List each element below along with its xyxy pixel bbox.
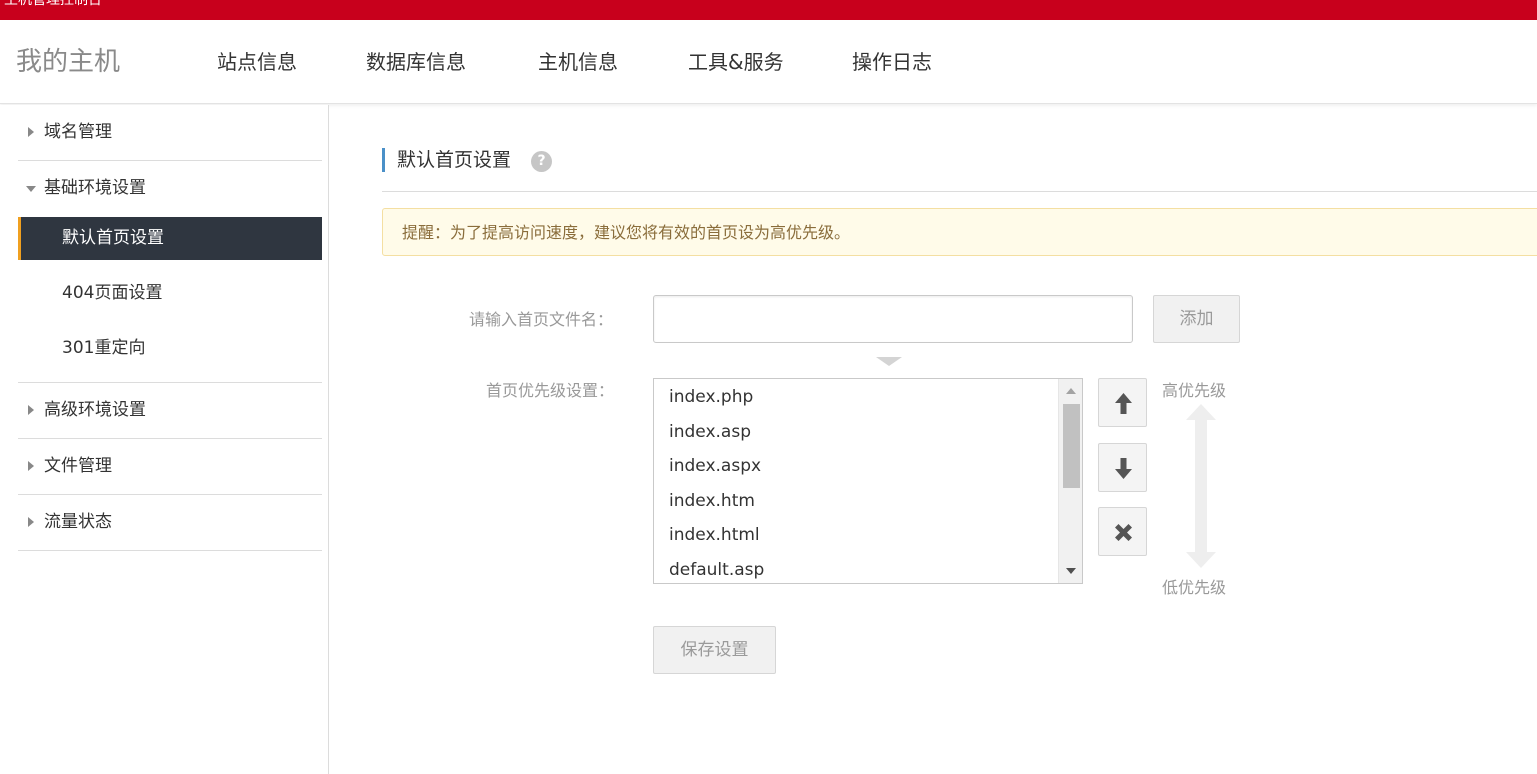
list-item[interactable]: index.asp [669,419,751,445]
nav-database-info[interactable]: 数据库信息 [366,49,466,75]
nav-host-info[interactable]: 主机信息 [538,49,618,75]
low-priority-label: 低优先级 [1162,578,1227,597]
move-down-button[interactable] [1098,443,1147,492]
sidebar-subitem-label: 404页面设置 [62,283,163,303]
title-divider [382,191,1537,192]
question-mark-icon[interactable]: ? [531,151,552,172]
sidebar: 域名管理 基础环境设置 默认首页设置 404页面设置 301重定向 高级环境设置… [0,105,329,774]
triangle-right-icon [28,405,34,415]
sidebar-subitem-default-page[interactable]: 默认首页设置 [18,217,322,260]
sidebar-item-label: 基础环境设置 [44,178,146,198]
priority-listbox[interactable]: index.php index.asp index.aspx index.htm… [653,378,1083,584]
sidebar-item-label: 文件管理 [44,456,112,476]
sidebar-subitem-label: 默认首页设置 [62,228,164,248]
triangle-right-icon [28,517,34,527]
sidebar-subitem-301-redirect[interactable]: 301重定向 [18,327,322,370]
scroll-down-icon[interactable] [1066,568,1076,574]
sidebar-item-label: 流量状态 [44,512,112,532]
list-item[interactable]: index.htm [669,488,755,514]
high-priority-label: 高优先级 [1162,381,1227,400]
filename-label: 请输入首页文件名： [469,310,614,329]
top-bar: 主机管理控制台 [0,0,1537,20]
sidebar-item-basic-env[interactable]: 基础环境设置 [18,161,322,217]
arrow-down-icon [1115,458,1132,479]
list-item[interactable]: index.html [669,522,760,548]
nav-tools-services[interactable]: 工具&服务 [688,49,784,75]
sidebar-item-domain[interactable]: 域名管理 [18,105,322,161]
filename-input[interactable] [653,295,1133,343]
brand-title: 我的主机 [16,47,121,77]
triangle-right-icon [28,127,34,137]
scroll-thumb[interactable] [1063,404,1080,488]
arrow-up-icon [1115,393,1132,414]
sidebar-item-traffic[interactable]: 流量状态 [18,495,322,551]
list-item[interactable]: default.asp [669,557,764,583]
triangle-right-icon [28,461,34,471]
page-title: 默认首页设置 [382,148,511,172]
priority-double-arrow-icon [1186,404,1216,568]
console-title: 主机管理控制台 [4,0,102,8]
triangle-down-icon [26,186,36,192]
tip-banner: 提醒：为了提高访问速度，建议您将有效的首页设为高优先级。 [382,208,1537,256]
header: 我的主机 站点信息 数据库信息 主机信息 工具&服务 操作日志 [0,20,1537,104]
list-item[interactable]: index.aspx [669,453,761,479]
sidebar-item-label: 高级环境设置 [44,400,146,420]
tip-text: 提醒：为了提高访问速度，建议您将有效的首页设为高优先级。 [402,223,851,242]
list-item[interactable]: index.php [669,384,753,410]
nav-site-info[interactable]: 站点信息 [217,49,297,75]
nav-operation-log[interactable]: 操作日志 [852,49,932,75]
sidebar-subitem-label: 301重定向 [62,338,146,358]
save-button[interactable]: 保存设置 [653,626,776,674]
sidebar-item-file-mgmt[interactable]: 文件管理 [18,439,322,495]
move-up-button[interactable] [1098,378,1147,427]
listbox-scrollbar[interactable] [1058,379,1082,583]
remove-button[interactable] [1098,507,1147,556]
x-icon [1115,524,1132,541]
caret-down-icon [876,357,902,366]
sidebar-subitem-404-page[interactable]: 404页面设置 [18,272,322,315]
sidebar-item-label: 域名管理 [44,122,112,142]
sidebar-item-advanced-env[interactable]: 高级环境设置 [18,383,322,439]
scroll-up-icon[interactable] [1066,388,1076,394]
priority-label: 首页优先级设置： [486,381,615,400]
add-button[interactable]: 添加 [1153,295,1240,343]
